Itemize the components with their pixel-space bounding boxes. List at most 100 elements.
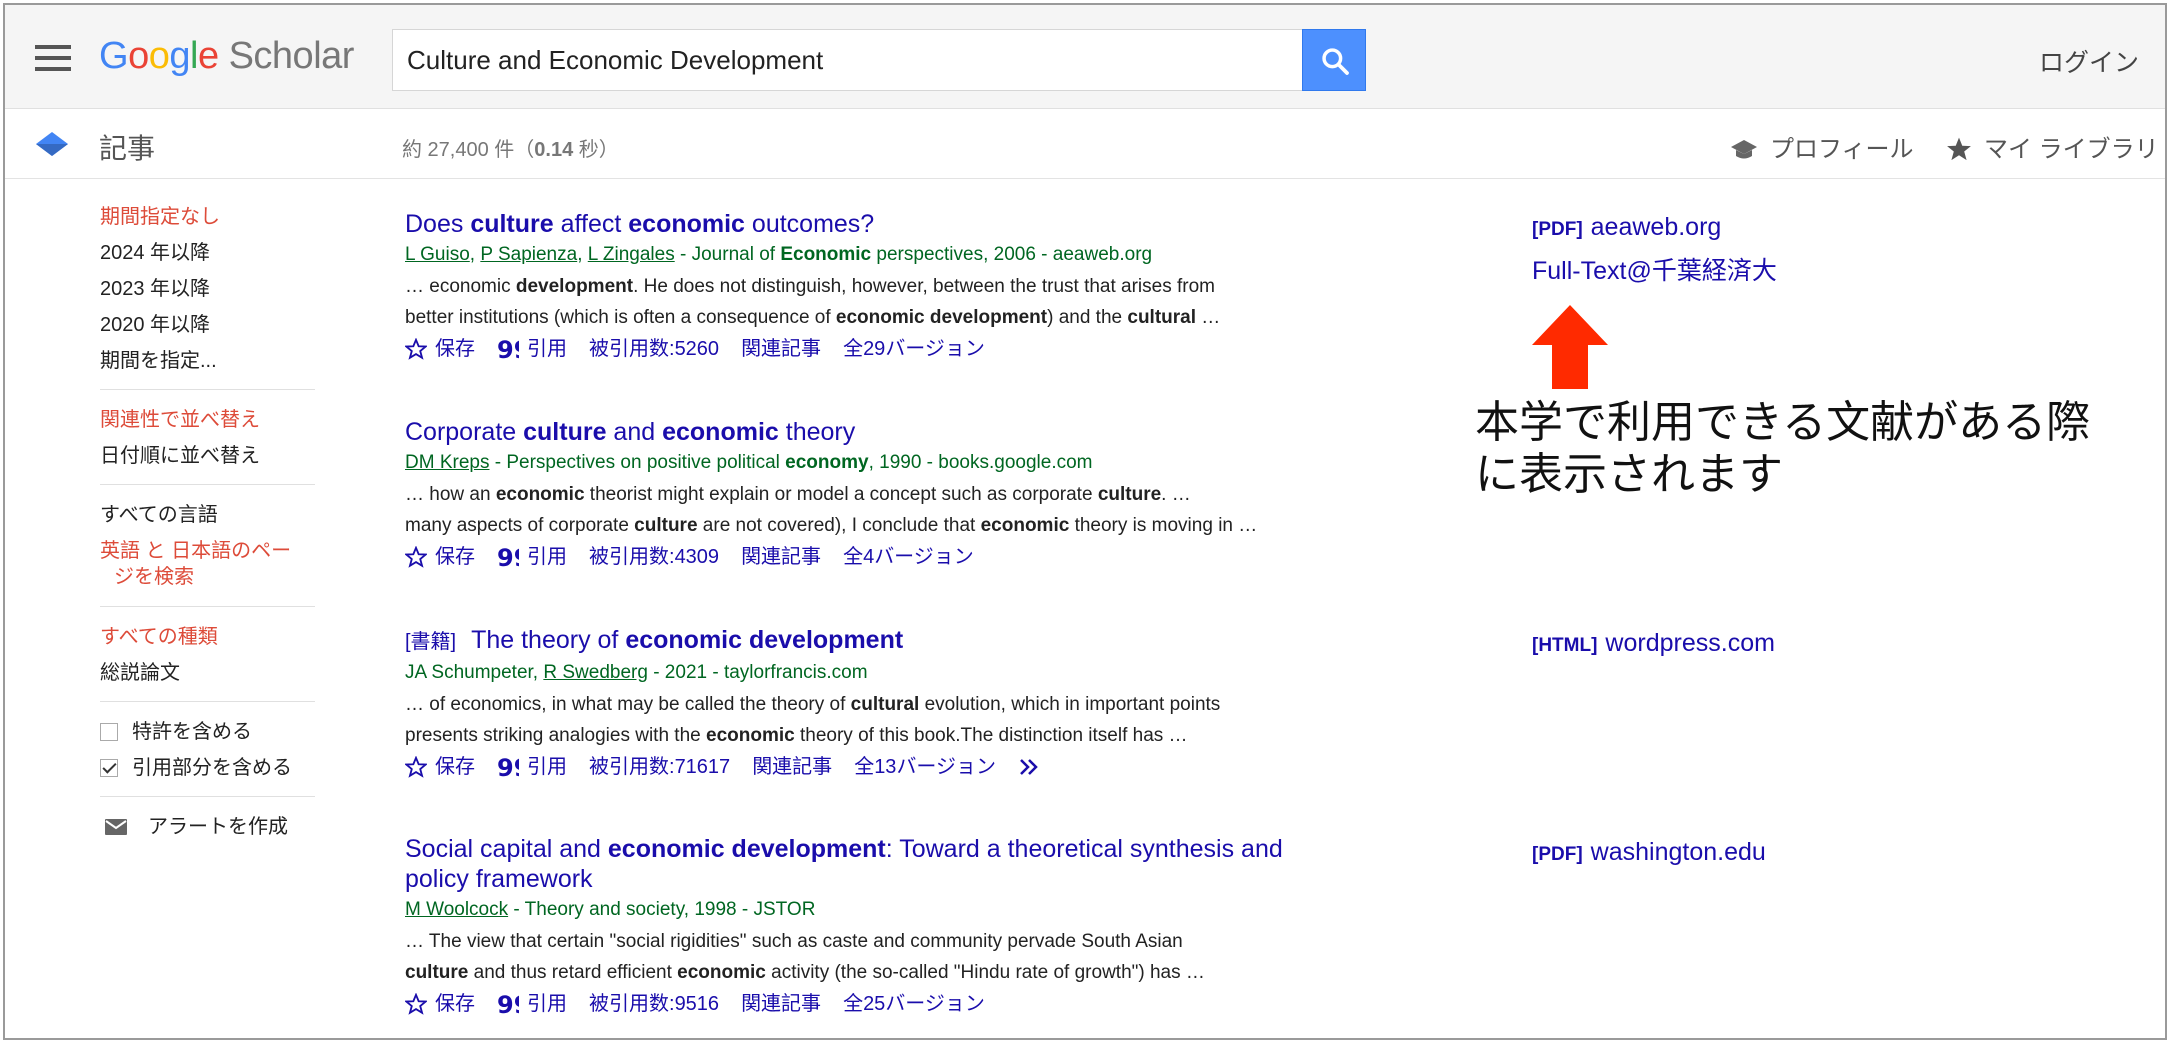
search-button[interactable] bbox=[1302, 29, 1366, 91]
menu-icon[interactable] bbox=[35, 45, 71, 71]
include-citations-checkbox[interactable]: 引用部分を含める bbox=[100, 750, 315, 786]
title-part: affect bbox=[553, 210, 629, 238]
related-articles-link[interactable]: 関連記事 bbox=[741, 988, 821, 1020]
search-input[interactable]: Culture and Economic Development bbox=[392, 29, 1302, 91]
time-since-2023[interactable]: 2023 年以降 bbox=[100, 271, 315, 307]
save-button[interactable]: 保存 bbox=[405, 751, 475, 783]
author-link[interactable]: M Woolcock bbox=[405, 899, 508, 920]
meta-text: perspectives, 2006 - aeaweb.org bbox=[871, 244, 1153, 265]
versions-prefix: 全 bbox=[854, 756, 875, 778]
author-link[interactable]: R Swedberg bbox=[543, 662, 648, 683]
versions-count: 25 bbox=[863, 993, 886, 1015]
snippet-part: culture bbox=[405, 962, 469, 983]
snippet-part: presents striking analogies with the bbox=[405, 725, 706, 746]
related-articles-link[interactable]: 関連記事 bbox=[752, 751, 832, 783]
snippet-part: ) and the bbox=[1047, 307, 1128, 328]
divider bbox=[100, 796, 315, 797]
snippet-part: theory of this book.The distinction itse… bbox=[794, 725, 1188, 746]
logo-letter: G bbox=[99, 35, 129, 77]
title-part: Social capital and bbox=[405, 835, 608, 863]
sort-by-date[interactable]: 日付順に並べ替え bbox=[100, 438, 315, 474]
result-snippet: many aspects of corporate culture are no… bbox=[405, 510, 1405, 541]
cited-by-link[interactable]: 被引用数: 9516 bbox=[589, 988, 719, 1020]
snippet-part: and thus retard efficient bbox=[468, 962, 678, 983]
time-custom-range[interactable]: 期間を指定... bbox=[100, 343, 315, 379]
author-link[interactable]: DM Kreps bbox=[405, 452, 489, 473]
versions-link[interactable]: 全 25 バージョン bbox=[843, 988, 985, 1020]
library-label: マイ ライブラリ bbox=[1984, 136, 2159, 163]
versions-count: 13 bbox=[874, 756, 897, 778]
cite-button[interactable]: 99 引用 bbox=[497, 988, 567, 1020]
lang-en-ja[interactable]: 英語 と 日本語のペー ジを検索 bbox=[100, 533, 315, 596]
cite-button[interactable]: 99 引用 bbox=[497, 541, 567, 573]
create-alert-label: アラートを作成 bbox=[148, 816, 288, 838]
cite-button[interactable]: 99 引用 bbox=[497, 333, 567, 365]
author-link[interactable]: L Zingales bbox=[588, 244, 675, 265]
source-domain: washington.edu bbox=[1590, 838, 1766, 866]
snippet-part: … The view that certain "social rigiditi… bbox=[405, 931, 1183, 952]
cited-by-prefix: 被引用数: bbox=[589, 546, 675, 568]
versions-link[interactable]: 全 13 バージョン bbox=[854, 751, 996, 783]
title-part: culture bbox=[523, 418, 607, 446]
full-text-link[interactable]: Full-Text@千葉経済大 bbox=[1532, 251, 1777, 287]
cited-by-link[interactable]: 被引用数: 4309 bbox=[589, 541, 719, 573]
result-title-link[interactable]: Corporate culture and economic theory bbox=[405, 417, 1405, 447]
author-link[interactable]: L Guiso bbox=[405, 244, 470, 265]
result-title-link[interactable]: Does culture affect economic outcomes? bbox=[405, 209, 1405, 239]
snippet-part: … of economics, in what may be called th… bbox=[405, 694, 851, 715]
svg-text:99: 99 bbox=[497, 757, 519, 777]
title-part: Corporate bbox=[405, 418, 524, 446]
versions-link[interactable]: 全 29 バージョン bbox=[843, 333, 985, 365]
checkbox-unchecked[interactable] bbox=[100, 723, 118, 741]
sort-by-relevance[interactable]: 関連性で並べ替え bbox=[100, 402, 315, 438]
related-articles-link[interactable]: 関連記事 bbox=[741, 333, 821, 365]
pdf-link[interactable]: [PDF] aeaweb.org bbox=[1532, 213, 1721, 242]
type-all[interactable]: すべての種類 bbox=[100, 619, 315, 655]
snippet-part: many aspects of corporate bbox=[405, 515, 635, 536]
cited-by-count: 5260 bbox=[674, 338, 720, 360]
save-button[interactable]: 保存 bbox=[405, 541, 475, 573]
result-snippet: better institutions (which is often a co… bbox=[405, 302, 1405, 333]
source-domain: aeaweb.org bbox=[1590, 213, 1722, 241]
filter-sidebar: 期間指定なし 2024 年以降 2023 年以降 2020 年以降 期間を指定.… bbox=[100, 179, 315, 845]
save-button[interactable]: 保存 bbox=[405, 333, 475, 365]
logo-letter: e bbox=[197, 35, 219, 77]
annotation-line: 本学で利用できる文献がある際 bbox=[1475, 397, 2091, 448]
snippet-part: economic bbox=[495, 484, 585, 505]
cited-by-link[interactable]: 被引用数: 71617 bbox=[589, 751, 730, 783]
more-chevron-icon[interactable] bbox=[1018, 757, 1044, 777]
pdf-link[interactable]: [PDF] washington.edu bbox=[1532, 838, 1766, 867]
time-since-2020[interactable]: 2020 年以降 bbox=[100, 307, 315, 343]
profile-label: プロフィール bbox=[1770, 136, 1914, 163]
logo-letter: g bbox=[169, 35, 190, 77]
checkbox-checked[interactable] bbox=[100, 759, 118, 777]
file-type-tag: [HTML] bbox=[1532, 635, 1598, 656]
time-since-2024[interactable]: 2024 年以降 bbox=[100, 235, 315, 271]
svg-text:99: 99 bbox=[497, 994, 519, 1014]
result-snippet: presents striking analogies with the eco… bbox=[405, 720, 1405, 751]
time-any[interactable]: 期間指定なし bbox=[100, 199, 315, 235]
versions-link[interactable]: 全 4 バージョン bbox=[843, 541, 974, 573]
create-alert-link[interactable]: アラートを作成 bbox=[100, 809, 315, 845]
author-link[interactable]: P Sapienza bbox=[480, 244, 577, 265]
cited-by-link[interactable]: 被引用数: 5260 bbox=[589, 333, 719, 365]
lang-all[interactable]: すべての言語 bbox=[100, 497, 315, 533]
related-articles-link[interactable]: 関連記事 bbox=[741, 541, 821, 573]
result-title-link[interactable]: [書籍] The theory of economic development bbox=[405, 625, 1405, 657]
type-review[interactable]: 総説論文 bbox=[100, 655, 315, 691]
cite-button[interactable]: 99 引用 bbox=[497, 751, 567, 783]
result-title-link[interactable]: Social capital and economic development:… bbox=[405, 834, 1405, 894]
login-link[interactable]: ログイン bbox=[2039, 43, 2139, 79]
my-library-link[interactable]: マイ ライブラリ bbox=[1946, 129, 2159, 164]
result-snippet: … The view that certain "social rigiditi… bbox=[405, 926, 1405, 957]
cited-by-prefix: 被引用数: bbox=[589, 993, 675, 1015]
file-type-tag: [PDF] bbox=[1532, 844, 1583, 865]
cited-by-prefix: 被引用数: bbox=[589, 756, 675, 778]
include-patents-checkbox[interactable]: 特許を含める bbox=[100, 714, 315, 750]
save-button[interactable]: 保存 bbox=[405, 988, 475, 1020]
profile-link[interactable]: プロフィール bbox=[1730, 129, 1914, 164]
html-link[interactable]: [HTML] wordpress.com bbox=[1532, 629, 1775, 658]
page-title: 記事 bbox=[99, 133, 156, 164]
result-actions: 保存 99 引用 被引用数: 4309 関連記事 全 4 バージョン bbox=[405, 541, 1405, 573]
google-scholar-logo[interactable]: Google Scholar bbox=[99, 35, 354, 78]
